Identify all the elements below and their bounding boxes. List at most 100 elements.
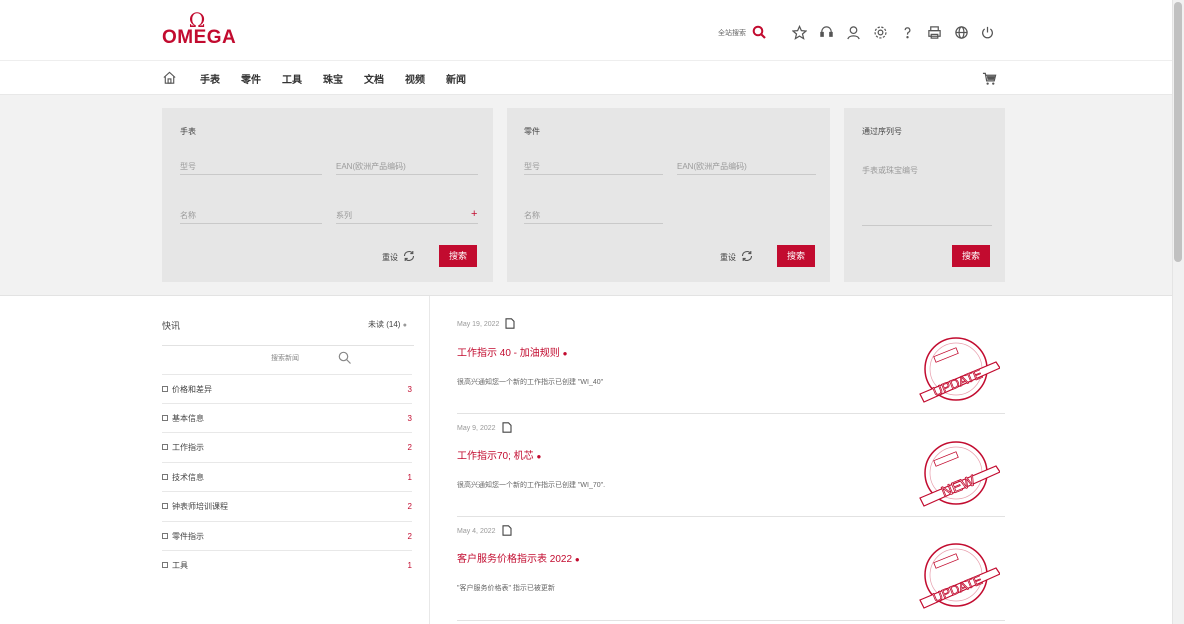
sidebar-divider: [162, 345, 414, 346]
print-icon[interactable]: [926, 24, 942, 40]
news-divider: [457, 413, 1005, 414]
news-divider: [457, 516, 1005, 517]
category-item[interactable]: 基本信息 3: [162, 403, 412, 432]
nav-item-videos[interactable]: 视频: [405, 71, 425, 86]
nav-item-tools[interactable]: 工具: [282, 71, 302, 86]
settings-icon[interactable]: [872, 24, 888, 40]
news-date-text: May 4, 2022: [457, 528, 496, 535]
badge-label: NEW: [939, 472, 979, 501]
category-count: 1: [407, 472, 412, 482]
home-icon[interactable]: [162, 70, 178, 86]
news-title-text: 工作指示70; 机芯: [457, 451, 534, 462]
quick-news-title: 快讯: [162, 321, 181, 331]
checkbox[interactable]: [162, 533, 168, 539]
globe-icon[interactable]: [953, 24, 969, 40]
category-item[interactable]: 技术信息 1: [162, 462, 412, 491]
watch-series-field[interactable]: 系列: [336, 210, 478, 224]
header-divider: [0, 60, 1172, 61]
news-description: 很高兴通知您一个新的工作指示已创建 "WI_70".: [457, 482, 606, 489]
category-item[interactable]: 价格和差异 3: [162, 374, 412, 403]
unread-count: 未读 (14): [368, 320, 401, 329]
update-stamp-icon: UPDATE: [919, 337, 1000, 403]
news-title-text: 客户服务价格指示表 2022: [457, 554, 573, 565]
nav-item-parts[interactable]: 零件: [241, 71, 261, 86]
search-icon[interactable]: [338, 351, 351, 364]
cart-icon[interactable]: [982, 71, 998, 87]
checkbox[interactable]: [162, 415, 168, 421]
news-date: May 9, 2022: [457, 422, 512, 435]
site-search-label: 全站搜索: [718, 30, 746, 37]
unread-dot: ●: [562, 349, 568, 358]
category-item[interactable]: 钟表师培训课程 2: [162, 491, 412, 520]
part-panel-title: 零件: [524, 127, 540, 136]
category-label: 零件指示: [172, 531, 204, 541]
column-divider: [429, 296, 430, 624]
category-count: 3: [407, 413, 412, 423]
unread-filter[interactable]: 未读 (14) ●: [368, 319, 407, 330]
watch-model-field[interactable]: 型号: [180, 161, 322, 175]
category-label: 工具: [172, 560, 188, 570]
checkbox[interactable]: [162, 562, 168, 568]
refresh-icon: [402, 249, 416, 265]
category-item[interactable]: 工具 1: [162, 550, 412, 579]
category-label: 技术信息: [172, 472, 204, 482]
unread-dot: ●: [574, 555, 580, 564]
news-date-text: May 19, 2022: [457, 321, 500, 328]
badge-label: UPDATE: [931, 572, 985, 605]
watch-panel-title: 手表: [180, 127, 196, 136]
star-icon[interactable]: [791, 24, 807, 40]
site-search[interactable]: 全站搜索: [718, 25, 766, 41]
category-count: 3: [407, 384, 412, 394]
refresh-icon: [740, 249, 754, 265]
watch-reset-button[interactable]: 重设: [382, 249, 416, 265]
watch-reset-label: 重设: [382, 252, 398, 262]
part-name-field[interactable]: 名称: [524, 210, 663, 224]
part-search-button[interactable]: 搜索: [777, 245, 815, 267]
part-reset-label: 重设: [720, 252, 736, 262]
watch-name-field[interactable]: 名称: [180, 210, 322, 224]
new-stamp-icon: NEW: [919, 441, 1000, 507]
unread-dot: ●: [536, 452, 542, 461]
news-title-text: 工作指示 40 - 加油规则: [457, 348, 560, 359]
series-add-icon[interactable]: +: [471, 208, 477, 220]
news-date-text: May 9, 2022: [457, 425, 496, 432]
news-title-link[interactable]: 客户服务价格指示表 2022 ●: [457, 550, 580, 565]
omega-logo[interactable]: Ω OMEGA: [162, 10, 236, 47]
category-item[interactable]: 工作指示 2: [162, 432, 412, 461]
document-icon[interactable]: [505, 318, 515, 331]
news-date: May 4, 2022: [457, 525, 512, 538]
news-title-link[interactable]: 工作指示 40 - 加油规则 ●: [457, 344, 567, 359]
checkbox[interactable]: [162, 444, 168, 450]
headset-icon[interactable]: [818, 24, 834, 40]
search-icon[interactable]: [752, 25, 766, 41]
nav-item-watches[interactable]: 手表: [200, 71, 220, 86]
serial-number-field[interactable]: 手表或珠宝编号: [862, 165, 992, 226]
news-title-link[interactable]: 工作指示70; 机芯 ●: [457, 447, 541, 462]
news-divider: [457, 620, 1005, 621]
part-ean-field[interactable]: EAN(欧洲产品编码): [677, 161, 816, 175]
news-description: 很高兴通知您一个新的工作指示已创建 "WI_40": [457, 379, 604, 386]
part-model-field[interactable]: 型号: [524, 161, 663, 175]
news-search-input[interactable]: 搜索新闻: [271, 353, 299, 363]
scrollbar-thumb[interactable]: [1174, 2, 1182, 262]
watch-search-button[interactable]: 搜索: [439, 245, 477, 267]
checkbox[interactable]: [162, 503, 168, 509]
news-description: "客户服务价格表" 指示已被更新: [457, 585, 555, 592]
nav-item-news[interactable]: 新闻: [446, 71, 466, 86]
user-icon[interactable]: [845, 24, 861, 40]
checkbox[interactable]: [162, 474, 168, 480]
checkbox[interactable]: [162, 386, 168, 392]
category-item[interactable]: 零件指示 2: [162, 521, 412, 550]
nav-item-documents[interactable]: 文档: [364, 71, 384, 86]
document-icon[interactable]: [501, 525, 512, 538]
help-icon[interactable]: [899, 24, 915, 40]
serial-panel-title: 通过序列号: [862, 127, 902, 136]
serial-search-button[interactable]: 搜索: [952, 245, 990, 267]
part-reset-button[interactable]: 重设: [720, 249, 754, 265]
nav-item-jewelry[interactable]: 珠宝: [323, 71, 343, 86]
badge-label: UPDATE: [931, 366, 985, 399]
power-icon[interactable]: [979, 24, 995, 40]
news-date: May 19, 2022: [457, 318, 515, 331]
document-icon[interactable]: [501, 422, 512, 435]
watch-ean-field[interactable]: EAN(欧洲产品编码): [336, 161, 478, 175]
